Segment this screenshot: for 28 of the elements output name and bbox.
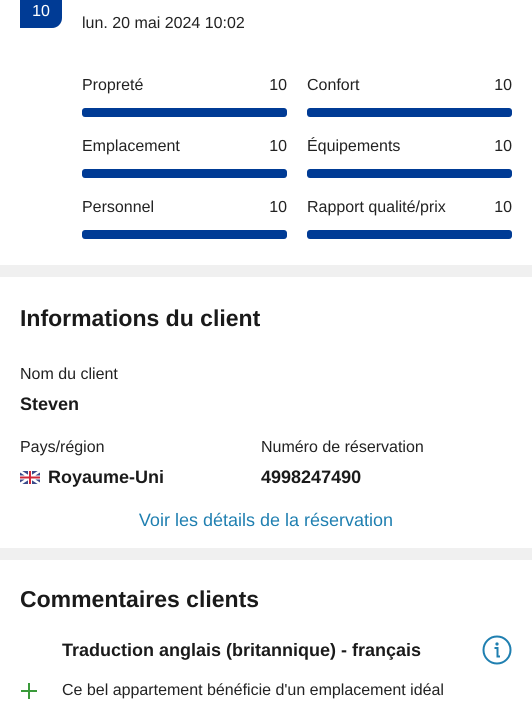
- translation-title: Traduction anglais (britannique) - français: [62, 638, 422, 662]
- comment-text: Ce bel appartement bénéficie d'un emplacement idéal: [62, 681, 444, 702]
- score-badge: 10: [20, 0, 62, 28]
- rating-label: Rapport qualité/prix: [307, 198, 446, 218]
- client-name: Steven: [20, 392, 80, 416]
- rating-value: 10: [494, 198, 512, 218]
- field-label: Pays/région: [20, 438, 106, 458]
- rating-label: Personnel: [82, 198, 154, 218]
- rating-value: 10: [269, 137, 287, 157]
- country-name: Royaume-Uni: [48, 466, 164, 489]
- rating-value: 10: [494, 137, 512, 157]
- field-label: Numéro de réservation: [261, 438, 424, 458]
- flag-icon: [20, 470, 40, 484]
- booking-details-link[interactable]: Voir les détails de la réservation: [138, 510, 394, 530]
- plus-icon: [20, 682, 38, 700]
- rating-value: 10: [269, 198, 287, 218]
- booking-number: 4998247490: [261, 466, 362, 489]
- review-date: lun. 20 mai 2024 10:02: [82, 14, 245, 34]
- rating-label: Emplacement: [82, 137, 180, 157]
- rating-label: Équipements: [307, 136, 400, 157]
- info-icon[interactable]: [482, 635, 512, 666]
- field-label: Nom du client: [20, 364, 119, 385]
- rating-value: 10: [494, 76, 512, 96]
- rating-label: Confort: [307, 76, 360, 96]
- section-title: Commentaires clients: [20, 586, 260, 614]
- section-title: Informations du client: [20, 305, 262, 333]
- rating-value: 10: [269, 76, 287, 96]
- rating-label: Propreté: [82, 76, 144, 96]
